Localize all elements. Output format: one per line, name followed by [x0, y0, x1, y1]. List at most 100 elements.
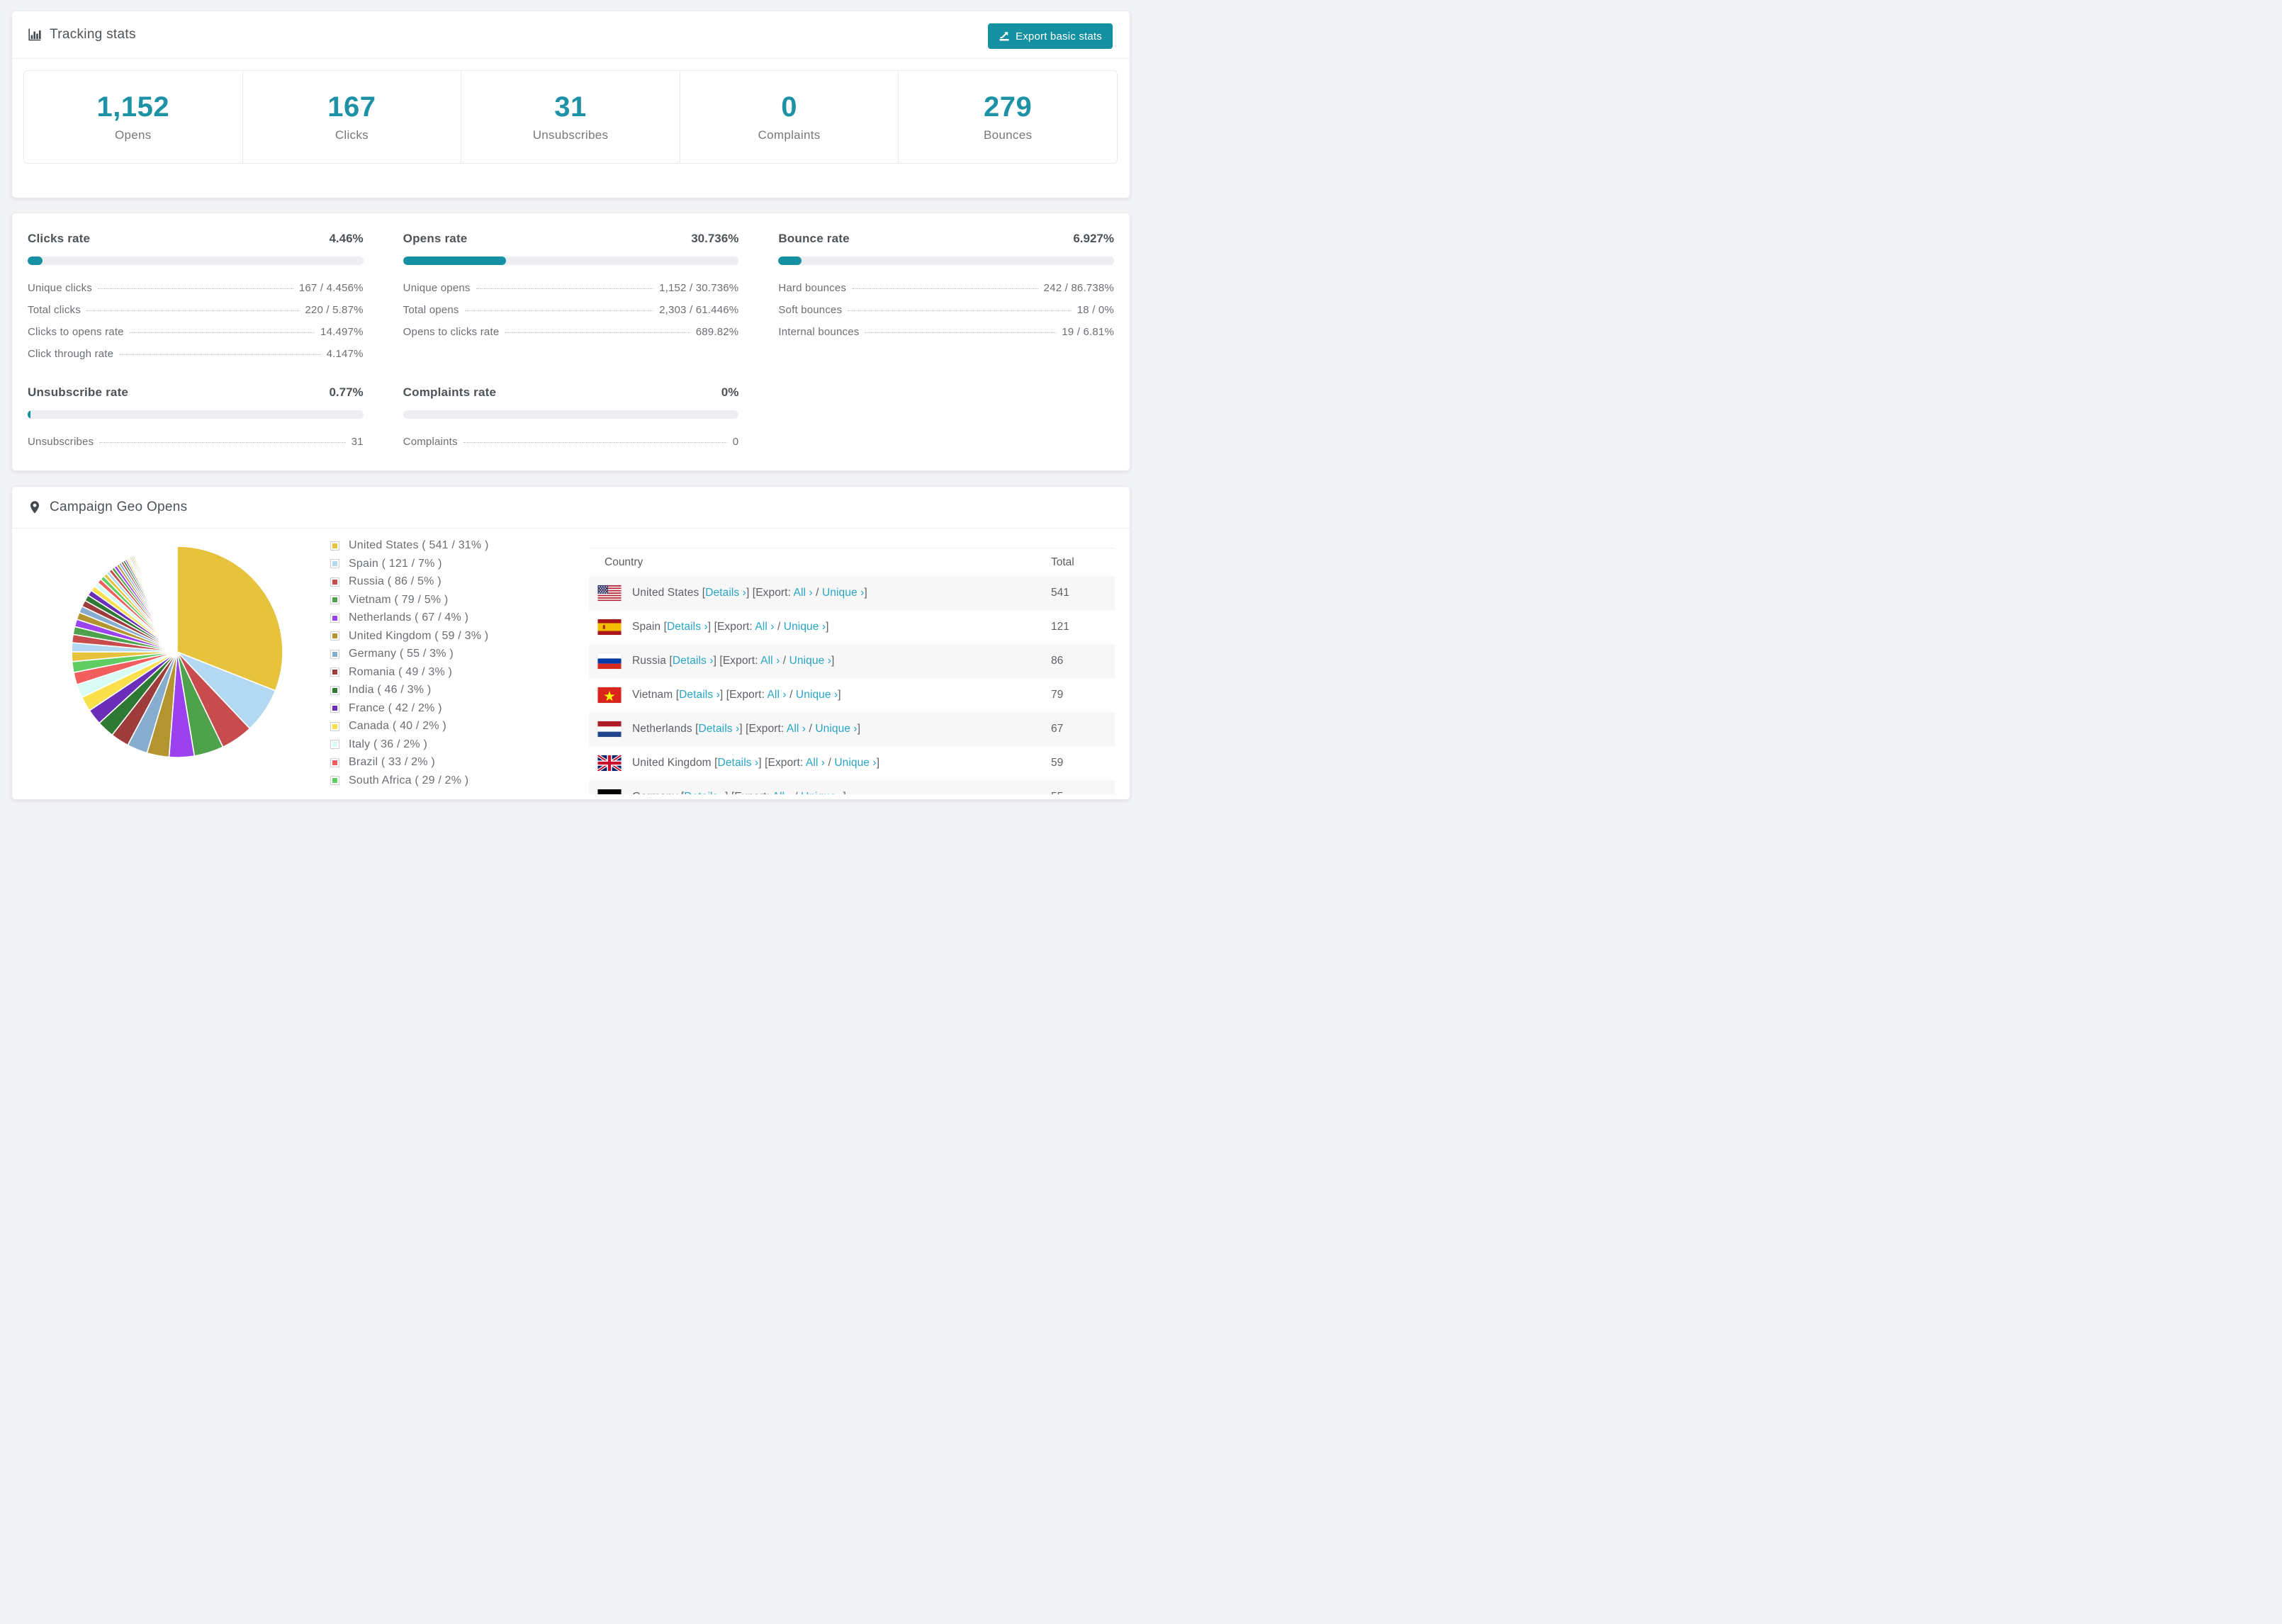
details-link[interactable]: Details › — [673, 655, 714, 667]
export-unique-link[interactable]: Unique › — [789, 655, 831, 667]
export-all-link[interactable]: All › — [760, 655, 780, 667]
geo-title: Campaign Geo Opens — [50, 500, 188, 514]
legend-item-south-africa[interactable]: South Africa ( 29 / 2% ) — [330, 774, 489, 787]
country-total: 79 — [1051, 689, 1064, 701]
legend-swatch — [330, 685, 339, 695]
legend-item-germany[interactable]: Germany ( 55 / 3% ) — [330, 648, 489, 660]
rate-value: 30.736% — [691, 232, 739, 245]
export-prefix: Export: — [716, 621, 755, 633]
legend-item-brazil[interactable]: Brazil ( 33 / 2% ) — [330, 756, 489, 769]
rate-row-label: Unique opens — [403, 282, 471, 294]
rate-value: 0.77% — [329, 385, 364, 399]
rate-row-label: Unique clicks — [28, 282, 92, 294]
legend-label: South Africa ( 29 / 2% ) — [349, 774, 469, 786]
geo-table-row-spain: Spain [Details ›] [Export: All › / Uniqu… — [589, 610, 1115, 644]
details-link[interactable]: Details › — [705, 587, 746, 599]
legend-swatch — [330, 704, 339, 713]
rate-section-clicks-rate: Clicks rate 4.46% Unique clicks 167 / 4.… — [28, 232, 364, 360]
details-link[interactable]: Details › — [718, 757, 759, 769]
export-all-link[interactable]: All › — [772, 791, 792, 794]
rate-detail-row: Unique clicks 167 / 4.456% — [28, 282, 364, 294]
dotted-leader — [97, 288, 293, 289]
legend-item-romania[interactable]: Romania ( 49 / 3% ) — [330, 666, 489, 679]
legend-label: Spain ( 121 / 7% ) — [349, 557, 442, 570]
rate-progress-bar — [28, 410, 364, 419]
export-all-link[interactable]: All › — [806, 757, 825, 769]
export-unique-link[interactable]: Unique › — [784, 621, 826, 633]
export-unique-link[interactable]: Unique › — [822, 587, 864, 599]
rate-row-label: Total opens — [403, 304, 459, 316]
stat-tile-unsubscribes: 31 Unsubscribes — [461, 71, 680, 163]
export-icon — [999, 32, 1009, 41]
flag-icon-nl — [597, 721, 622, 737]
legend-swatch — [330, 541, 339, 551]
export-basic-stats-button[interactable]: Export basic stats — [988, 23, 1113, 49]
export-prefix: Export: — [748, 723, 787, 735]
legend-label: Germany ( 55 / 3% ) — [349, 648, 454, 660]
export-all-link[interactable]: All › — [794, 587, 813, 599]
export-unique-link[interactable]: Unique › — [801, 791, 843, 794]
rate-row-value: 14.497% — [320, 326, 364, 338]
geo-table-body: United States [Details ›] [Export: All ›… — [589, 576, 1115, 794]
legend-label: Canada ( 40 / 2% ) — [349, 720, 446, 732]
legend-label: India ( 46 / 3% ) — [349, 684, 432, 696]
country-total: 86 — [1051, 655, 1064, 667]
legend-item-france[interactable]: France ( 42 / 2% ) — [330, 702, 489, 715]
campaign-stats-page: { "tracking": { "title": "Tracking stats… — [0, 0, 1141, 812]
dotted-leader — [99, 442, 346, 443]
stat-tile-opens: 1,152 Opens — [24, 71, 243, 163]
legend-item-spain[interactable]: Spain ( 121 / 7% ) — [330, 558, 489, 570]
dotted-leader — [852, 288, 1038, 289]
rate-progress-fill — [28, 410, 31, 419]
rate-value: 6.927% — [1073, 232, 1114, 245]
export-prefix: Export: — [729, 689, 768, 701]
legend-item-united-states[interactable]: United States ( 541 / 31% ) — [330, 539, 489, 552]
rate-row-value: 689.82% — [695, 326, 739, 338]
legend-item-russia[interactable]: Russia ( 86 / 5% ) — [330, 575, 489, 588]
legend-item-canada[interactable]: Canada ( 40 / 2% ) — [330, 720, 489, 733]
legend-item-netherlands[interactable]: Netherlands ( 67 / 4% ) — [330, 611, 489, 624]
stat-value: 167 — [327, 91, 376, 123]
export-unique-link[interactable]: Unique › — [796, 689, 838, 701]
dotted-leader — [476, 288, 654, 289]
rate-title: Clicks rate — [28, 232, 91, 245]
details-link[interactable]: Details › — [684, 791, 725, 794]
country-name: Netherlands — [632, 723, 692, 735]
details-link[interactable]: Details › — [679, 689, 720, 701]
details-link[interactable]: Details › — [699, 723, 740, 735]
rate-row-value: 4.147% — [326, 348, 364, 360]
stat-label: Bounces — [984, 128, 1033, 142]
legend-swatch — [330, 559, 339, 568]
export-unique-link[interactable]: Unique › — [834, 757, 876, 769]
export-unique-link[interactable]: Unique › — [815, 723, 857, 735]
legend-item-italy[interactable]: Italy ( 36 / 2% ) — [330, 738, 489, 751]
geo-table-header: Country Total — [589, 548, 1115, 576]
export-all-link[interactable]: All › — [767, 689, 786, 701]
rates-grid: Clicks rate 4.46% Unique clicks 167 / 4.… — [12, 213, 1130, 448]
stat-label: Unsubscribes — [532, 128, 609, 142]
stat-label: Opens — [115, 128, 152, 142]
export-all-link[interactable]: All › — [787, 723, 806, 735]
legend-item-vietnam[interactable]: Vietnam ( 79 / 5% ) — [330, 594, 489, 607]
rate-title: Unsubscribe rate — [28, 385, 129, 399]
rate-detail-row: Complaints 0 — [403, 436, 739, 448]
legend-label: Netherlands ( 67 / 4% ) — [349, 611, 469, 624]
geo-opens-pie-chart[interactable] — [69, 543, 286, 760]
rate-row-label: Unsubscribes — [28, 436, 94, 448]
legend-swatch — [330, 667, 339, 677]
column-header-total: Total — [1051, 556, 1074, 568]
geo-table-row-united-kingdom: United Kingdom [Details ›] [Export: All … — [589, 746, 1115, 780]
rate-detail-row: Total opens 2,303 / 61.446% — [403, 304, 739, 316]
pie-legend: United States ( 541 / 31% ) Spain ( 121 … — [330, 539, 489, 792]
stat-value: 31 — [554, 91, 587, 123]
export-all-link[interactable]: All › — [755, 621, 774, 633]
stat-tile-complaints: 0 Complaints — [680, 71, 899, 163]
legend-label: Vietnam ( 79 / 5% ) — [349, 593, 449, 606]
country-name: United Kingdom — [632, 757, 712, 769]
legend-item-united-kingdom[interactable]: United Kingdom ( 59 / 3% ) — [330, 630, 489, 643]
legend-item-india[interactable]: India ( 46 / 3% ) — [330, 684, 489, 697]
legend-label: Italy ( 36 / 2% ) — [349, 738, 427, 750]
details-link[interactable]: Details › — [667, 621, 708, 633]
rate-row-value: 220 / 5.87% — [305, 304, 364, 316]
rate-row-label: Hard bounces — [778, 282, 847, 294]
